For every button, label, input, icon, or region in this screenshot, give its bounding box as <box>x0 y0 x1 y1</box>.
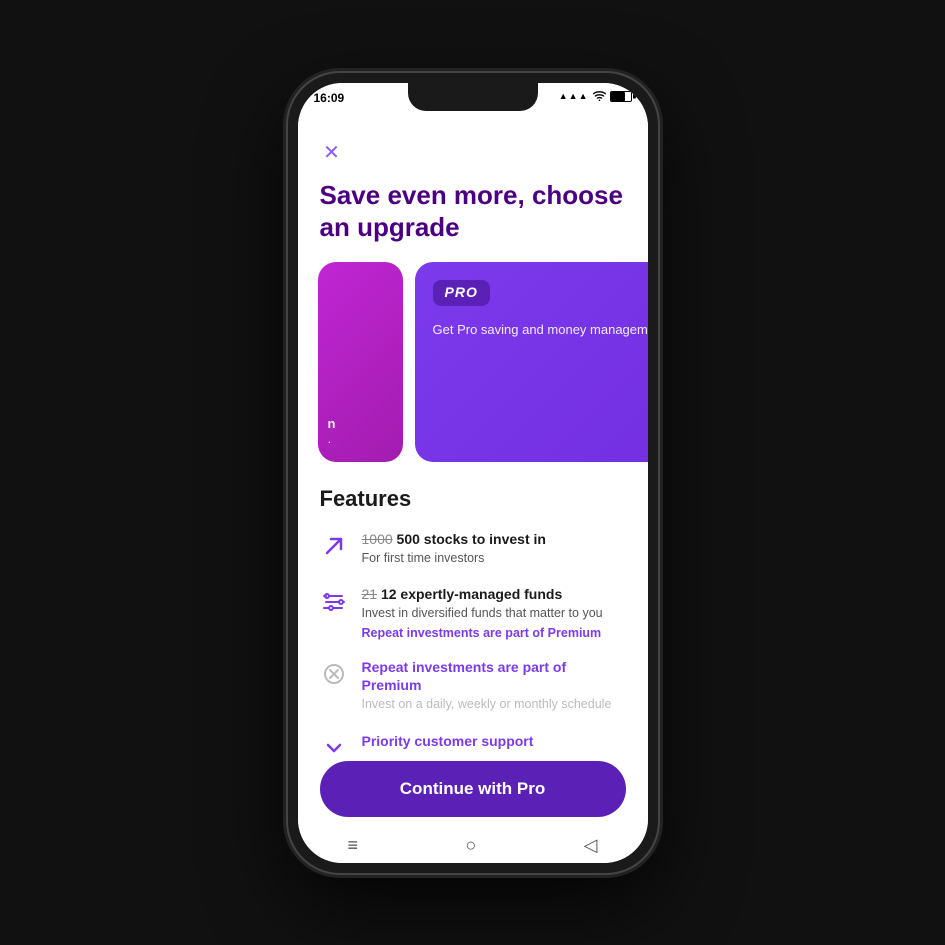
feature-funds-main: 21 12 expertly-managed funds <box>362 585 603 603</box>
cta-area: Continue with Pro <box>298 753 648 829</box>
feature-funds-sub: Invest in diversified funds that matter … <box>362 605 603 623</box>
feature-stocks: 1000 500 stocks to invest in For first t… <box>320 530 626 568</box>
close-btn-area: ✕ <box>298 127 648 167</box>
features-section: Features 1000 500 stocks to invest in <box>298 462 648 753</box>
feature-stocks-strikethrough: 1000 <box>362 531 393 547</box>
battery-fill <box>611 92 625 101</box>
feature-funds-value: 12 expertly-managed funds <box>377 586 562 602</box>
wifi-icon <box>593 91 606 101</box>
x-circle-icon <box>320 660 348 688</box>
menu-icon[interactable]: ≡ <box>348 835 359 856</box>
notch <box>408 83 538 111</box>
pro-trial: Free for 30 days, cancel anytime. <box>433 385 648 399</box>
features-title: Features <box>320 486 626 512</box>
phone-device: 16:09 ▲▲▲ ✕ <box>288 73 658 873</box>
signal-icon: ▲▲▲ <box>559 91 589 101</box>
battery-icon <box>610 91 632 102</box>
arrow-up-right-icon <box>320 532 348 560</box>
feature-funds-premium-note: Repeat investments are part of Premium <box>362 626 603 640</box>
pro-plan-card[interactable]: PRO Get Pro saving and money management … <box>415 262 648 462</box>
hero-title: Save even more, choose an upgrade <box>298 167 648 262</box>
premium-plan-card[interactable]: n . <box>318 262 403 462</box>
feature-stocks-text: 1000 500 stocks to invest in For first t… <box>362 530 546 568</box>
feature-funds: 21 12 expertly-managed funds Invest in d… <box>320 585 626 640</box>
status-icons: ▲▲▲ <box>559 91 632 102</box>
continue-with-pro-button[interactable]: Continue with Pro <box>320 761 626 817</box>
pro-badge: PRO <box>433 280 490 306</box>
feature-repeat-main: Repeat investments are part of Premium <box>362 658 626 694</box>
close-icon: ✕ <box>323 143 340 163</box>
feature-funds-text: 21 12 expertly-managed funds Invest in d… <box>362 585 603 640</box>
pro-badge-text: PRO <box>445 284 478 300</box>
pro-description: Get Pro saving and money management feat… <box>433 320 648 340</box>
feature-stocks-main: 1000 500 stocks to invest in <box>362 530 546 548</box>
feature-priority-support: Priority customer support <box>320 732 626 753</box>
scroll-area[interactable]: ✕ Save even more, choose an upgrade n . <box>298 127 648 753</box>
status-bar: 16:09 ▲▲▲ <box>298 83 648 127</box>
chevron-down-icon <box>320 734 348 753</box>
feature-stocks-sub: For first time investors <box>362 550 546 568</box>
app-content: ✕ Save even more, choose an upgrade n . <box>298 127 648 863</box>
feature-stocks-value: 500 stocks to invest in <box>393 531 546 547</box>
feature-priority-main: Priority customer support <box>362 732 534 750</box>
phone-screen: 16:09 ▲▲▲ ✕ <box>298 83 648 863</box>
back-icon[interactable]: ◁ <box>584 835 598 856</box>
nav-bar: ≡ ○ ◁ <box>298 829 648 863</box>
premium-dot: . <box>328 431 393 446</box>
feature-funds-strikethrough: 21 <box>362 586 378 602</box>
status-time: 16:09 <box>314 91 345 105</box>
premium-partial-label: n <box>328 416 393 431</box>
feature-repeat-text: Repeat investments are part of Premium I… <box>362 658 626 714</box>
close-button[interactable]: ✕ <box>318 139 346 167</box>
home-icon[interactable]: ○ <box>465 835 476 856</box>
feature-priority-text: Priority customer support <box>362 732 534 750</box>
feature-repeat-sub: Invest on a daily, weekly or monthly sch… <box>362 696 626 714</box>
plans-carousel[interactable]: n . PRO Get Pro saving and money managem… <box>298 262 648 462</box>
feature-repeat-investments: Repeat investments are part of Premium I… <box>320 658 626 714</box>
sliders-icon <box>320 587 348 615</box>
pro-price-row: £1.99 / month <box>433 355 648 381</box>
